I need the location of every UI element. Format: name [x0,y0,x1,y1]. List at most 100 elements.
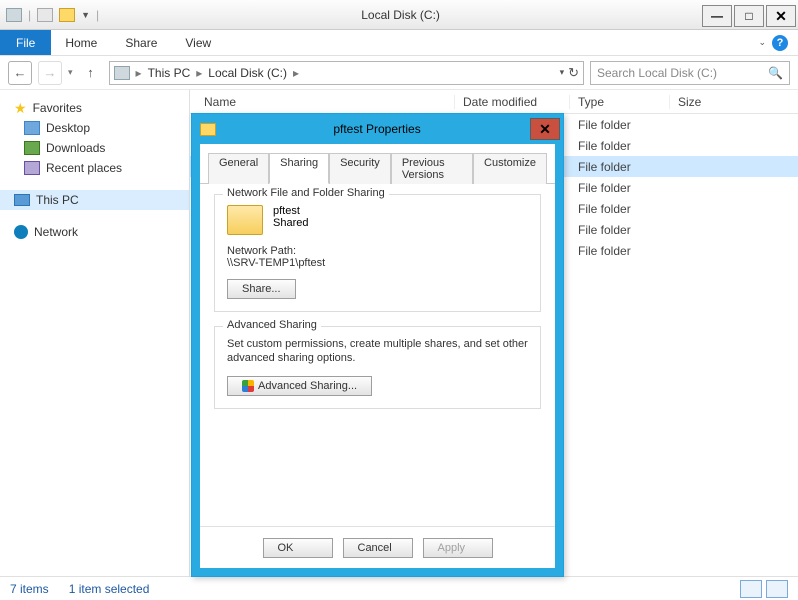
chevron-right-icon[interactable]: ▸ [196,66,202,80]
status-selected: 1 item selected [69,582,150,596]
new-folder-icon[interactable] [59,8,75,22]
sharing-tab-panel: Network File and Folder Sharing pftest S… [200,184,555,526]
label: Network [34,225,78,239]
advanced-sharing-group: Advanced Sharing Set custom permissions,… [214,326,541,409]
tab-view[interactable]: View [171,30,225,55]
downloads-icon [24,141,40,155]
drive-icon [6,8,22,22]
folder-icon [227,205,263,235]
details-view-button[interactable] [740,580,762,598]
status-bar: 7 items 1 item selected [0,576,798,600]
up-button[interactable]: ↑ [79,61,103,85]
help-icon[interactable]: ? [772,35,788,51]
advanced-desc: Set custom permissions, create multiple … [227,337,528,366]
apply-button[interactable]: Apply [423,538,493,558]
tab-general[interactable]: General [208,153,269,184]
navbar: ← → ▾ ↑ ▸ This PC ▸ Local Disk (C:) ▸ ▾ … [0,56,798,90]
breadcrumb-thispc[interactable]: This PC [148,66,191,80]
chevron-right-icon[interactable]: ▸ [136,66,142,80]
sidebar-item-desktop[interactable]: Desktop [0,118,189,138]
tab-home[interactable]: Home [51,30,111,55]
network-icon [14,225,28,239]
label: Downloads [46,141,105,155]
drive-icon [114,66,130,80]
dialog-close-button[interactable]: ✕ [530,118,560,140]
network-sharing-group: Network File and Folder Sharing pftest S… [214,194,541,312]
row-type: File folder [570,118,670,132]
group-title: Advanced Sharing [223,319,321,331]
tab-security[interactable]: Security [329,153,391,184]
share-button[interactable]: Share... [227,279,296,299]
group-title: Network File and Folder Sharing [223,187,389,199]
row-type: File folder [570,223,670,237]
search-box[interactable]: 🔍 [590,61,790,85]
desktop-icon [24,121,40,135]
ribbon-tabs: File Home Share View ⌄ ? [0,30,798,56]
cancel-button[interactable]: Cancel [343,538,413,558]
dialog-title: pftest Properties [224,122,530,136]
sidebar-item-recent[interactable]: Recent places [0,158,189,178]
minimize-button[interactable]: — [702,5,732,27]
tab-sharing[interactable]: Sharing [269,153,329,184]
chevron-down-icon[interactable]: ▼ [81,10,90,20]
thumbnails-view-button[interactable] [766,580,788,598]
recent-locations-icon[interactable]: ▾ [68,67,73,78]
network-path-label: Network Path: [227,245,528,257]
properties-dialog: pftest Properties ✕ GeneralSharingSecuri… [191,113,564,577]
favorites-group[interactable]: ★ Favorites [0,98,189,118]
col-date[interactable]: Date modified [455,95,570,109]
folder-icon [200,123,216,136]
star-icon: ★ [14,100,27,117]
share-status: Shared [273,217,308,229]
address-dropdown-icon[interactable]: ▾ [560,67,565,78]
favorites-label: Favorites [33,101,82,115]
breadcrumb-drive[interactable]: Local Disk (C:) [208,66,287,80]
file-tab[interactable]: File [0,30,51,55]
dialog-tabs: GeneralSharingSecurityPrevious VersionsC… [200,144,555,184]
sidebar-item-thispc[interactable]: This PC [0,190,189,210]
search-input[interactable] [597,66,762,80]
quick-access-toolbar: | ▼ | [0,8,99,22]
expand-ribbon-icon[interactable]: ⌄ [758,37,766,48]
row-type: File folder [570,244,670,258]
tab-share[interactable]: Share [111,30,171,55]
col-size[interactable]: Size [670,95,750,109]
row-type: File folder [570,139,670,153]
label: Recent places [46,161,122,175]
row-type: File folder [570,160,670,174]
maximize-button[interactable]: □ [734,5,764,27]
tab-previous-versions[interactable]: Previous Versions [391,153,473,184]
col-name[interactable]: Name [190,95,455,109]
dialog-titlebar[interactable]: pftest Properties ✕ [192,114,563,144]
col-type[interactable]: Type [570,95,670,109]
row-type: File folder [570,202,670,216]
sidebar-item-network[interactable]: Network [0,222,189,242]
titlebar: | ▼ | Local Disk (C:) — □ ✕ [0,0,798,30]
address-bar[interactable]: ▸ This PC ▸ Local Disk (C:) ▸ ▾ ↻ [109,61,584,85]
nav-pane: ★ Favorites Desktop Downloads Recent plac… [0,90,190,576]
chevron-right-icon[interactable]: ▸ [293,66,299,80]
advanced-sharing-button[interactable]: Advanced Sharing... [227,376,372,396]
back-button[interactable]: ← [8,61,32,85]
shield-icon [242,380,254,392]
divider: | [28,8,31,22]
computer-icon [14,194,30,206]
window-title: Local Disk (C:) [99,8,702,22]
search-icon[interactable]: 🔍 [768,66,783,80]
network-path-value: \\SRV-TEMP1\pftest [227,257,528,269]
forward-button[interactable]: → [38,61,62,85]
properties-icon[interactable] [37,8,53,22]
advanced-btn-label: Advanced Sharing... [258,380,357,392]
column-headers: Name Date modified Type Size [190,90,798,114]
close-button[interactable]: ✕ [766,5,796,27]
label: This PC [36,193,79,207]
dialog-button-row: OK Cancel Apply [200,526,555,568]
share-folder-name: pftest [273,205,308,217]
refresh-icon[interactable]: ↻ [568,65,579,81]
label: Desktop [46,121,90,135]
ok-button[interactable]: OK [263,538,333,558]
recent-icon [24,161,40,175]
status-count: 7 items [10,582,49,596]
sidebar-item-downloads[interactable]: Downloads [0,138,189,158]
tab-customize[interactable]: Customize [473,153,547,184]
